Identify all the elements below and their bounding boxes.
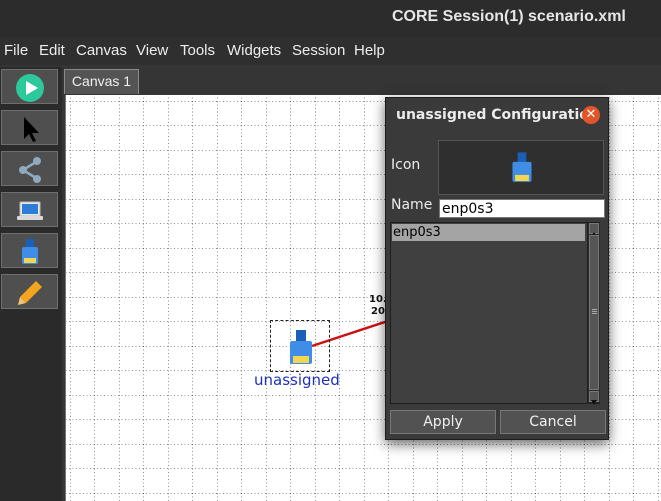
link-label-line2: 20 <box>371 306 385 317</box>
menu-help[interactable]: Help <box>354 42 385 59</box>
ethernet-port-icon <box>22 239 38 264</box>
ethernet-port-icon[interactable] <box>286 328 316 368</box>
left-toolbar <box>0 67 62 501</box>
ethernet-port-icon <box>512 152 532 182</box>
link-icon <box>19 157 41 183</box>
node-label[interactable]: unassigned <box>254 371 340 389</box>
list-scrollbar[interactable] <box>587 223 600 405</box>
rj45-node-button[interactable] <box>1 233 58 268</box>
icon-select-button[interactable] <box>438 140 604 195</box>
select-cursor-icon <box>24 117 39 142</box>
window-title: CORE Session(1) scenario.xml <box>392 8 626 25</box>
grip-line <box>592 313 597 314</box>
menu-tools[interactable]: Tools <box>180 42 215 59</box>
menu-canvas[interactable]: Canvas <box>76 42 127 59</box>
grip-line <box>592 311 597 312</box>
start-session-button[interactable] <box>1 69 58 104</box>
annotation-tool-button[interactable] <box>1 274 58 309</box>
list-item[interactable]: enp0s3 <box>392 224 585 241</box>
app-window: CORE Session(1) scenario.xml File Edit C… <box>0 0 661 501</box>
play-icon <box>16 74 44 102</box>
dialog-title: unassigned Configuration <box>396 107 599 123</box>
interface-list[interactable]: enp0s3 <box>390 222 600 405</box>
menu-bar: File Edit Canvas View Tools Widgets Sess… <box>0 37 661 65</box>
select-tool-button[interactable] <box>1 110 58 145</box>
canvas-tabs: Canvas 1 <box>62 67 661 95</box>
apply-button[interactable]: Apply <box>390 410 496 434</box>
network-node-button[interactable] <box>1 192 58 227</box>
name-label: Name <box>391 197 433 213</box>
close-icon[interactable]: ✕ <box>582 106 600 124</box>
menu-view[interactable]: View <box>136 42 168 59</box>
menu-edit[interactable]: Edit <box>39 42 65 59</box>
tab-canvas-1[interactable]: Canvas 1 <box>64 69 139 94</box>
grip-line <box>592 309 597 310</box>
scroll-thumb[interactable] <box>589 235 599 390</box>
node-config-dialog: unassigned Configuration ✕ Icon Name enp… <box>385 97 609 440</box>
title-bar: CORE Session(1) scenario.xml <box>0 0 661 37</box>
name-field[interactable] <box>439 199 605 218</box>
scroll-up-arrow[interactable] <box>589 223 599 237</box>
scroll-down-arrow[interactable] <box>589 391 599 405</box>
menu-widgets[interactable]: Widgets <box>227 42 281 59</box>
menu-file[interactable]: File <box>4 42 28 59</box>
menu-session[interactable]: Session <box>292 42 345 59</box>
triangle-down-icon <box>591 400 597 405</box>
link-tool-button[interactable] <box>1 151 58 186</box>
cancel-button[interactable]: Cancel <box>500 410 606 434</box>
laptop-icon <box>17 201 43 220</box>
icon-label: Icon <box>391 157 421 173</box>
pencil-icon <box>18 281 42 305</box>
